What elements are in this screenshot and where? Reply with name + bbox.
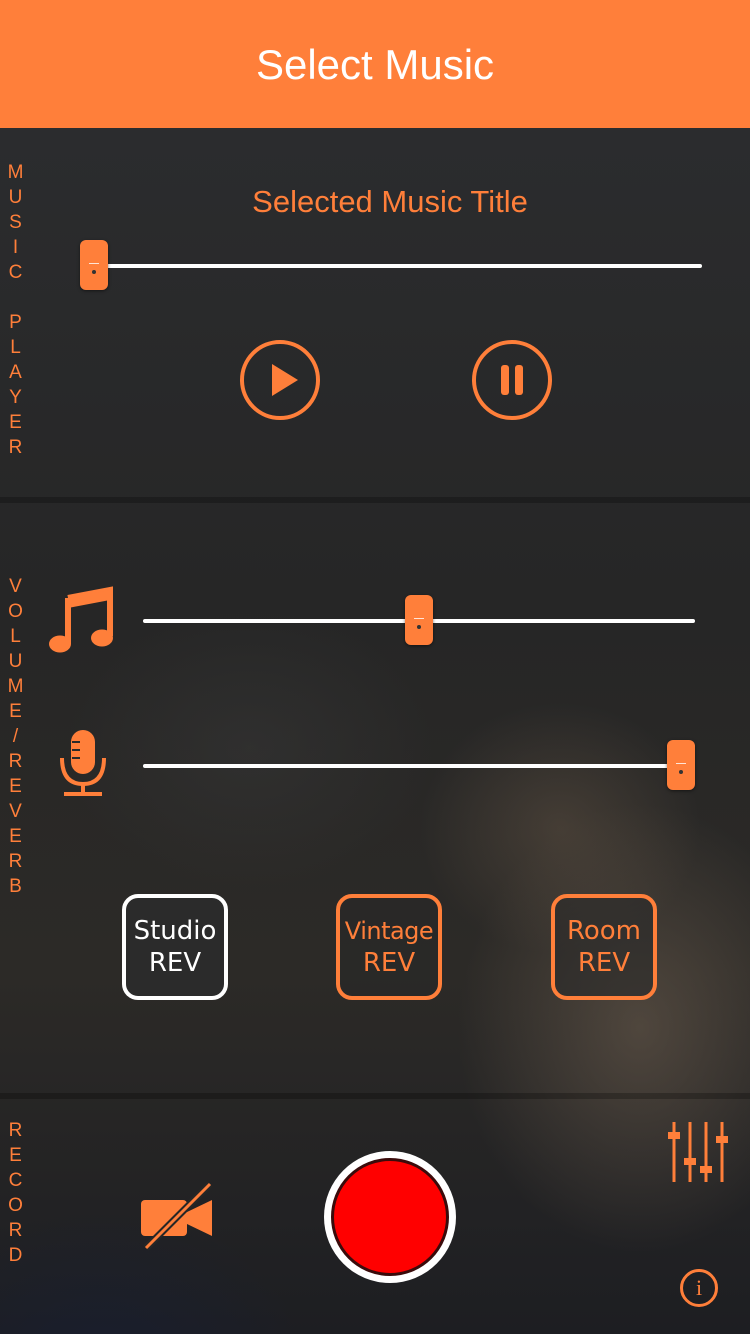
header-bar[interactable]: Select Music <box>0 0 750 128</box>
studio-rev-line2: REV <box>148 948 202 978</box>
progress-thumb[interactable] <box>80 240 108 290</box>
room-rev-button[interactable]: Room REV <box>551 894 657 1000</box>
camera-off-icon <box>141 1181 213 1251</box>
mic-volume-thumb[interactable] <box>667 740 695 790</box>
mic-volume-track[interactable] <box>143 764 695 768</box>
info-icon: i <box>695 1275 703 1300</box>
section-divider <box>0 497 750 503</box>
room-rev-line2: REV <box>577 948 631 978</box>
play-button[interactable] <box>240 340 320 420</box>
camera-toggle-button[interactable] <box>138 1180 218 1252</box>
pause-button[interactable] <box>472 340 552 420</box>
music-volume-thumb[interactable] <box>405 595 433 645</box>
microphone-icon <box>60 730 106 796</box>
vintage-rev-button[interactable]: Vintage REV <box>336 894 442 1000</box>
play-icon <box>272 364 298 396</box>
vintage-rev-line2: REV <box>362 948 416 978</box>
mixer-button[interactable] <box>666 1120 730 1184</box>
record-section-label: RECORD <box>5 1120 26 1270</box>
section-divider <box>0 1093 750 1099</box>
mixer-sliders-icon <box>668 1122 728 1182</box>
vintage-rev-line1: Vintage <box>344 917 434 945</box>
record-button[interactable] <box>324 1151 456 1283</box>
info-button[interactable]: i <box>680 1269 718 1307</box>
music-note-icon <box>49 586 113 653</box>
studio-rev-button[interactable]: Studio REV <box>122 894 228 1000</box>
studio-rev-line1: Studio <box>133 916 217 946</box>
room-rev-line1: Room <box>566 916 642 946</box>
select-music-title[interactable]: Select Music <box>256 39 494 89</box>
selected-music-title: Selected Music Title <box>252 184 528 219</box>
record-button-core[interactable] <box>331 1158 449 1276</box>
volume-reverb-section-label: VOLUME/REVERB <box>5 576 26 901</box>
progress-track[interactable] <box>80 264 702 268</box>
pause-icon <box>501 365 523 395</box>
